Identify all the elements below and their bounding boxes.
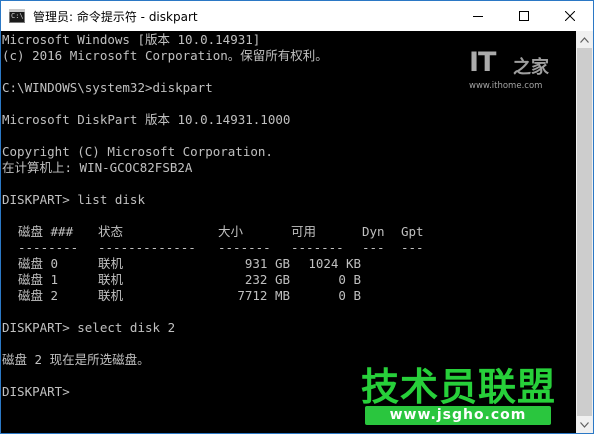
ithome-logo-cn: 之家 <box>513 57 549 78</box>
ithome-url: www.ithome.com <box>469 81 543 91</box>
window-title: 管理员: 命令提示符 - diskpart <box>33 9 198 24</box>
console-line: 在计算机上: WIN-GCOC82FSB2A <box>2 160 193 175</box>
console-line: DISKPART> select disk 2 <box>2 320 176 335</box>
title-bar[interactable]: C:\ 管理员: 命令提示符 - diskpart <box>1 1 593 31</box>
chevron-down-icon <box>580 421 589 428</box>
disk-row: 磁盘 1 联机 232 GB 0 B <box>1 272 561 288</box>
console-line: Copyright (C) Microsoft Corporation. <box>2 144 273 159</box>
minimize-icon <box>473 16 483 17</box>
disk-table-separator: -------- ------------- ------- ------- -… <box>1 240 561 256</box>
disk-size: 232 GB <box>244 272 290 287</box>
disk-table-header: 磁盘 ### 状态 大小 可用 Dyn Gpt <box>1 224 561 240</box>
command-prompt-window: C:\ 管理员: 命令提示符 - diskpart Microsoft Wind… <box>0 0 594 434</box>
disk-name: 磁盘 2 <box>18 288 59 303</box>
close-icon <box>565 11 575 21</box>
disk-row: 磁盘 2 联机 7712 MB 0 B <box>1 288 561 304</box>
header-gpt: Gpt <box>401 224 424 239</box>
console-line: 磁盘 2 现在是所选磁盘。 <box>2 352 150 367</box>
separator: -------- <box>18 240 79 255</box>
separator: --- <box>362 240 385 255</box>
maximize-button[interactable] <box>501 1 547 31</box>
disk-size: 7712 MB <box>237 288 290 303</box>
disk-free: 1024 KB <box>308 256 361 271</box>
disk-status: 联机 <box>98 272 124 287</box>
app-icon-label: C:\ <box>11 12 24 20</box>
header-dyn: Dyn <box>362 224 385 239</box>
separator: ------- <box>291 240 344 255</box>
separator: ------------- <box>98 240 196 255</box>
disk-status: 联机 <box>98 256 124 271</box>
ithome-logo-text: IT <box>469 47 496 78</box>
separator: --- <box>401 240 424 255</box>
scroll-down-button[interactable] <box>576 416 593 433</box>
maximize-icon <box>519 11 529 21</box>
window-controls <box>455 1 593 31</box>
jsgho-title: 技术员联盟 <box>361 365 557 409</box>
separator: ------- <box>218 240 271 255</box>
console-line: Microsoft DiskPart 版本 10.0.14931.1000 <box>2 112 291 127</box>
scroll-thumb[interactable] <box>577 48 592 416</box>
ithome-watermark: IT 之家 www.ithome.com <box>469 47 555 93</box>
disk-status: 联机 <box>98 288 124 303</box>
ithome-logo: IT 之家 <box>469 47 555 79</box>
vertical-scrollbar[interactable] <box>576 31 593 433</box>
console-line: (c) 2016 Microsoft Corporation。保留所有权利。 <box>2 48 328 63</box>
header-disk: 磁盘 ### <box>18 224 74 239</box>
console-line: Microsoft Windows [版本 10.0.14931] <box>2 32 261 47</box>
console-line: DISKPART> list disk <box>2 192 145 207</box>
jsgho-watermark: 技术员联盟 www.jsgho.com <box>361 367 561 427</box>
header-free: 可用 <box>291 224 317 239</box>
disk-free: 0 B <box>338 272 361 287</box>
minimize-button[interactable] <box>455 1 501 31</box>
disk-size: 931 GB <box>244 256 290 271</box>
disk-row: 磁盘 0 联机 931 GB 1024 KB <box>1 256 561 272</box>
header-size: 大小 <box>218 224 244 239</box>
scroll-up-button[interactable] <box>576 31 593 48</box>
chevron-up-icon <box>580 36 589 43</box>
header-status: 状态 <box>98 224 124 239</box>
disk-name: 磁盘 0 <box>18 256 59 271</box>
disk-free: 0 B <box>338 288 361 303</box>
console-prompt: DISKPART> <box>2 384 70 399</box>
cmd-app-icon[interactable]: C:\ <box>9 9 25 23</box>
console-line: C:\WINDOWS\system32>diskpart <box>2 80 213 95</box>
close-button[interactable] <box>547 1 593 31</box>
disk-name: 磁盘 1 <box>18 272 59 287</box>
jsgho-url: www.jsgho.com <box>365 406 551 425</box>
